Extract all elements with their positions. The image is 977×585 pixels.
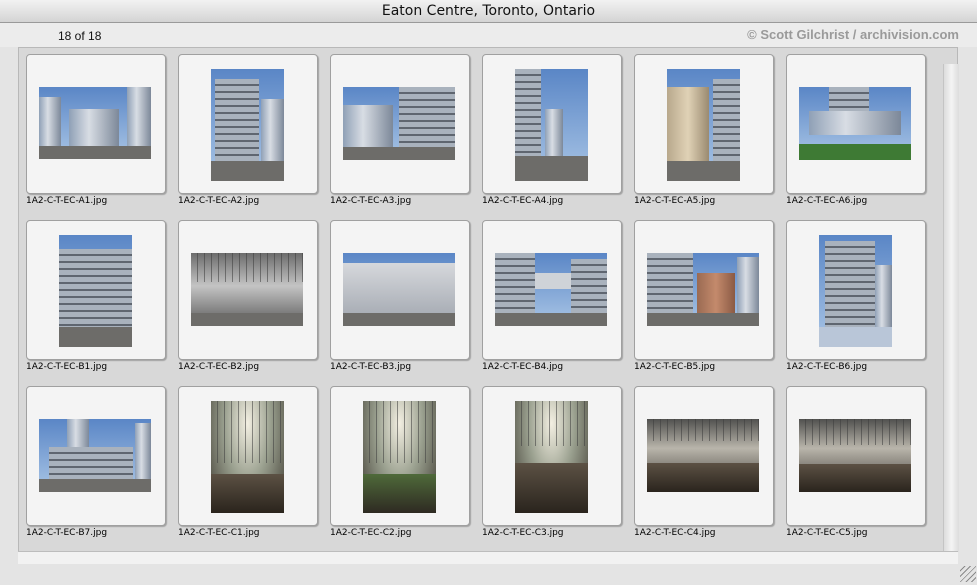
thumbnail-item[interactable]: 1A2-C-T-EC-B7.jpg <box>26 386 166 546</box>
thumbnail-photo[interactable] <box>39 419 151 492</box>
thumbnail-filename: 1A2-C-T-EC-C1.jpg <box>178 528 260 538</box>
thumbnail-photo[interactable] <box>799 419 911 492</box>
slide-frame <box>634 54 774 194</box>
thumbnail-filename: 1A2-C-T-EC-B4.jpg <box>482 362 564 372</box>
thumbnail-item[interactable]: 1A2-C-T-EC-B3.jpg <box>330 220 470 380</box>
thumbnail-filename: 1A2-C-T-EC-B3.jpg <box>330 362 412 372</box>
slide-frame <box>482 386 622 526</box>
slide-frame <box>482 220 622 360</box>
slide-frame <box>178 220 318 360</box>
resize-grip-icon[interactable] <box>960 566 976 582</box>
thumbnail-item[interactable]: 1A2-C-T-EC-B1.jpg <box>26 220 166 380</box>
thumbnail-filename: 1A2-C-T-EC-A1.jpg <box>26 196 108 206</box>
slide-frame <box>786 54 926 194</box>
thumbnail-item[interactable]: 1A2-C-T-EC-B4.jpg <box>482 220 622 380</box>
thumbnail-photo[interactable] <box>59 235 132 347</box>
thumbnail-item[interactable]: 1A2-C-T-EC-A6.jpg <box>786 54 926 214</box>
vertical-scrollbar[interactable] <box>943 64 959 552</box>
thumbnail-photo[interactable] <box>495 253 607 326</box>
thumbnail-item[interactable]: 1A2-C-T-EC-A3.jpg <box>330 54 470 214</box>
thumbnail-item[interactable]: 1A2-C-T-EC-C5.jpg <box>786 386 926 546</box>
slide-frame <box>634 386 774 526</box>
copyright-notice: © Scott Gilchrist / archivision.com <box>747 27 959 42</box>
thumbnail-item[interactable]: 1A2-C-T-EC-A5.jpg <box>634 54 774 214</box>
thumbnail-filename: 1A2-C-T-EC-A2.jpg <box>178 196 260 206</box>
thumbnail-photo[interactable] <box>343 253 455 326</box>
thumbnail-photo[interactable] <box>515 69 588 181</box>
thumbnail-item[interactable]: 1A2-C-T-EC-A4.jpg <box>482 54 622 214</box>
slide-frame <box>178 386 318 526</box>
thumbnail-filename: 1A2-C-T-EC-A5.jpg <box>634 196 716 206</box>
thumbnail-filename: 1A2-C-T-EC-A6.jpg <box>786 196 868 206</box>
thumbnail-filename: 1A2-C-T-EC-B7.jpg <box>26 528 108 538</box>
thumbnail-photo[interactable] <box>515 401 588 513</box>
thumbnail-photo[interactable] <box>191 253 303 326</box>
thumbnail-filename: 1A2-C-T-EC-B2.jpg <box>178 362 260 372</box>
thumbnail-filename: 1A2-C-T-EC-C4.jpg <box>634 528 716 538</box>
slide-frame <box>330 386 470 526</box>
slide-frame <box>330 54 470 194</box>
thumbnail-photo[interactable] <box>211 69 284 181</box>
thumbnail-photo[interactable] <box>819 235 892 347</box>
thumbnail-filename: 1A2-C-T-EC-B1.jpg <box>26 362 108 372</box>
thumbnail-item[interactable]: 1A2-C-T-EC-C1.jpg <box>178 386 318 546</box>
thumbnail-photo[interactable] <box>667 69 740 181</box>
slide-frame <box>786 386 926 526</box>
thumbnail-photo[interactable] <box>647 253 759 326</box>
thumbnail-filename: 1A2-C-T-EC-B5.jpg <box>634 362 716 372</box>
thumbnail-photo[interactable] <box>39 87 151 159</box>
slide-frame <box>26 220 166 360</box>
thumbnail-item[interactable]: 1A2-C-T-EC-C2.jpg <box>330 386 470 546</box>
thumbnail-item[interactable]: 1A2-C-T-EC-B5.jpg <box>634 220 774 380</box>
thumbnail-filename: 1A2-C-T-EC-A4.jpg <box>482 196 564 206</box>
window-title: Eaton Centre, Toronto, Ontario <box>0 0 977 23</box>
thumbnail-item[interactable]: 1A2-C-T-EC-A1.jpg <box>26 54 166 214</box>
image-count: 18 of 18 <box>58 29 102 43</box>
info-bar: 18 of 18 © Scott Gilchrist / archivision… <box>0 23 977 47</box>
thumbnail-item[interactable]: 1A2-C-T-EC-C4.jpg <box>634 386 774 546</box>
slide-frame <box>786 220 926 360</box>
thumbnail-photo[interactable] <box>343 87 455 160</box>
thumbnail-item[interactable]: 1A2-C-T-EC-A2.jpg <box>178 54 318 214</box>
thumbnail-item[interactable]: 1A2-C-T-EC-B6.jpg <box>786 220 926 380</box>
thumbnail-photo[interactable] <box>363 401 436 513</box>
thumbnail-filename: 1A2-C-T-EC-B6.jpg <box>786 362 868 372</box>
thumbnail-filename: 1A2-C-T-EC-C2.jpg <box>330 528 412 538</box>
thumbnail-item[interactable]: 1A2-C-T-EC-C3.jpg <box>482 386 622 546</box>
slide-frame <box>26 386 166 526</box>
thumbnail-photo[interactable] <box>211 401 284 513</box>
thumbnail-photo[interactable] <box>799 87 911 160</box>
thumbnail-photo[interactable] <box>647 419 759 492</box>
slide-frame <box>330 220 470 360</box>
thumbnail-filename: 1A2-C-T-EC-C5.jpg <box>786 528 868 538</box>
slide-frame <box>634 220 774 360</box>
thumbnail-filename: 1A2-C-T-EC-A3.jpg <box>330 196 412 206</box>
slide-frame <box>26 54 166 194</box>
horizontal-scrollbar[interactable] <box>18 551 958 564</box>
thumbnail-item[interactable]: 1A2-C-T-EC-B2.jpg <box>178 220 318 380</box>
thumbnail-filename: 1A2-C-T-EC-C3.jpg <box>482 528 564 538</box>
slide-frame <box>482 54 622 194</box>
slide-frame <box>178 54 318 194</box>
